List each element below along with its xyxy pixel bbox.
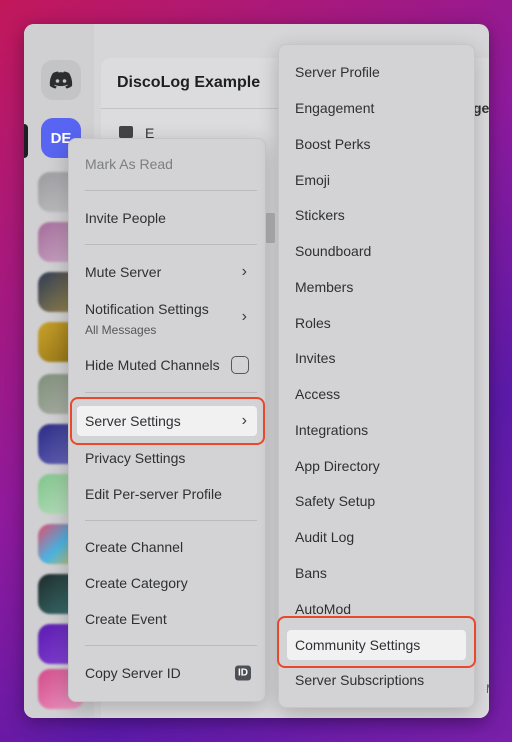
notification-settings-value: All Messages	[85, 323, 157, 337]
submenu-item-label: Safety Setup	[295, 493, 376, 509]
submenu-item-bans[interactable]: Bans	[287, 558, 466, 588]
selected-server-indicator	[24, 124, 28, 158]
create-category-item[interactable]: Create Category	[77, 568, 257, 598]
discord-logo-icon	[49, 71, 73, 89]
notification-settings-label: Notification Settings	[85, 301, 209, 317]
submenu-item-audit-log[interactable]: Audit Log	[287, 522, 466, 552]
submenu-item-safety-setup[interactable]: Safety Setup	[287, 486, 466, 516]
mute-server-label: Mute Server	[85, 264, 162, 280]
create-channel-item[interactable]: Create Channel	[77, 532, 257, 562]
submenu-item-label: Bans	[295, 565, 327, 581]
submenu-item-engagement[interactable]: Engagement	[287, 93, 466, 123]
menu-divider	[85, 645, 257, 646]
submenu-item-label: Server Profile	[295, 64, 380, 80]
server-settings-highlight	[70, 397, 265, 445]
create-event-label: Create Event	[85, 611, 167, 627]
create-category-label: Create Category	[85, 575, 188, 591]
submenu-item-label: Soundboard	[295, 243, 372, 259]
submenu-item-label: Engagement	[295, 100, 375, 116]
hide-muted-checkbox[interactable]	[231, 356, 249, 374]
invite-people-item[interactable]: Invite People	[77, 203, 257, 233]
scrollbar-fragment	[265, 213, 275, 243]
submenu-item-label: Members	[295, 279, 354, 295]
privacy-settings-item[interactable]: Privacy Settings	[77, 443, 257, 473]
submenu-item-emoji[interactable]: Emoji	[287, 165, 466, 195]
menu-divider	[85, 190, 257, 191]
invite-people-label: Invite People	[85, 210, 166, 226]
submenu-item-members[interactable]: Members	[287, 272, 466, 302]
id-badge-icon: ID	[235, 665, 251, 681]
copy-server-id-item[interactable]: Copy Server ID ID	[77, 658, 257, 688]
server-name-header[interactable]: DiscoLog Example	[117, 74, 260, 92]
create-channel-label: Create Channel	[85, 539, 184, 555]
submenu-item-label: Stickers	[295, 207, 345, 223]
edit-server-profile-item[interactable]: Edit Per-server Profile	[77, 479, 257, 509]
submenu-item-app-directory[interactable]: App Directory	[287, 451, 466, 481]
menu-divider	[85, 392, 257, 393]
submenu-item-label: Boost Perks	[295, 136, 371, 152]
submenu-item-soundboard[interactable]: Soundboard	[287, 236, 466, 266]
submenu-item-roles[interactable]: Roles	[287, 308, 466, 338]
edit-profile-label: Edit Per-server Profile	[85, 486, 222, 502]
hide-muted-channels-item[interactable]: Hide Muted Channels	[77, 350, 257, 380]
submenu-item-label: Server Subscriptions	[295, 672, 425, 688]
menu-divider	[85, 520, 257, 521]
cut-off-icon: M	[486, 682, 489, 696]
submenu-item-label: App Directory	[295, 458, 380, 474]
server-settings-submenu: Server Profile Engagement Boost Perks Em…	[278, 44, 475, 708]
mark-as-read-label: Mark As Read	[85, 156, 173, 172]
mute-server-item[interactable]: Mute Server ›	[77, 257, 257, 287]
menu-divider	[85, 244, 257, 245]
submenu-item-stickers[interactable]: Stickers	[287, 200, 466, 230]
community-settings-highlight	[277, 616, 476, 668]
submenu-item-integrations[interactable]: Integrations	[287, 415, 466, 445]
submenu-item-label: Access	[295, 386, 341, 402]
submenu-item-server-profile[interactable]: Server Profile	[287, 57, 466, 87]
submenu-item-boost-perks[interactable]: Boost Perks	[287, 129, 466, 159]
submenu-item-label: AutoMod	[295, 601, 352, 617]
submenu-item-label: Emoji	[295, 172, 331, 188]
copy-id-label: Copy Server ID	[85, 665, 181, 681]
privacy-settings-label: Privacy Settings	[85, 450, 186, 466]
mark-as-read-item: Mark As Read	[77, 149, 257, 179]
submenu-item-label: Integrations	[295, 422, 369, 438]
discord-home-icon[interactable]	[41, 60, 81, 100]
submenu-item-label: Roles	[295, 315, 331, 331]
notification-settings-item[interactable]: Notification Settings All Messages ›	[77, 297, 257, 337]
create-event-item[interactable]: Create Event	[77, 604, 257, 634]
cut-off-text: ge	[473, 100, 489, 116]
calendar-icon	[119, 126, 133, 138]
chevron-right-icon: ›	[241, 263, 247, 280]
submenu-item-invites[interactable]: Invites	[287, 343, 466, 373]
submenu-item-server-subscriptions[interactable]: Server Subscriptions	[287, 665, 466, 695]
submenu-item-access[interactable]: Access	[287, 379, 466, 409]
submenu-item-label: Audit Log	[295, 529, 355, 545]
submenu-item-label: Invites	[295, 350, 336, 366]
chevron-right-icon: ›	[241, 308, 247, 325]
hide-muted-label: Hide Muted Channels	[85, 357, 220, 373]
